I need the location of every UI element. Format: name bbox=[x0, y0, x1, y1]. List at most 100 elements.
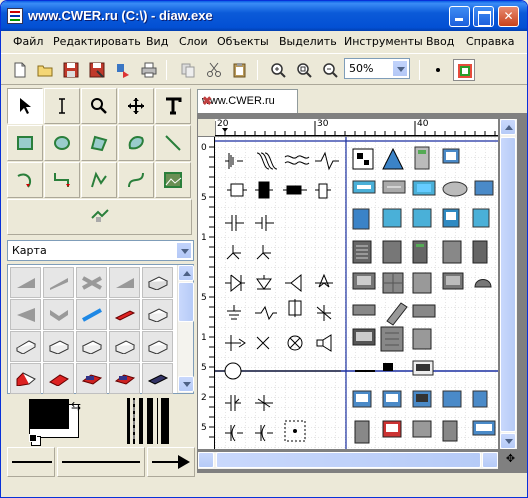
color-selector[interactable]: ⇆ bbox=[9, 394, 119, 449]
arc-tool[interactable] bbox=[7, 162, 43, 198]
maximize-button[interactable] bbox=[473, 6, 494, 27]
shape-cell[interactable] bbox=[109, 267, 140, 298]
shape-cell[interactable] bbox=[43, 331, 74, 362]
shape-cell[interactable] bbox=[109, 331, 140, 362]
ruler-label: 30 bbox=[317, 119, 329, 129]
canvas[interactable] bbox=[215, 137, 498, 449]
menu-view[interactable]: Вид bbox=[146, 35, 168, 48]
scroll-thumb[interactable] bbox=[500, 137, 516, 432]
tab-document[interactable]: www.CWER.ru ✖ bbox=[197, 89, 298, 113]
snap-object-icon[interactable] bbox=[453, 59, 475, 81]
menu-objects[interactable]: Объекты bbox=[217, 35, 269, 48]
scroll-right-icon[interactable] bbox=[482, 452, 498, 468]
image-tool[interactable] bbox=[155, 162, 191, 198]
shape-cell[interactable] bbox=[43, 299, 74, 330]
menu-file[interactable]: Файл bbox=[13, 35, 43, 48]
menu-layers[interactable]: Слои bbox=[179, 35, 208, 48]
export-icon[interactable] bbox=[112, 59, 134, 81]
zoom-out-icon[interactable] bbox=[319, 59, 341, 81]
print-icon[interactable] bbox=[138, 59, 160, 81]
close-button[interactable]: ✕ bbox=[498, 6, 519, 27]
pointer-tool[interactable] bbox=[7, 88, 43, 124]
close-tab-icon[interactable]: ✖ bbox=[202, 94, 293, 108]
outline-tool-row[interactable] bbox=[7, 199, 192, 235]
shape-cell[interactable] bbox=[76, 299, 107, 330]
chevron-down-icon[interactable] bbox=[392, 60, 408, 77]
move-tool[interactable] bbox=[118, 88, 154, 124]
copy-icon[interactable] bbox=[177, 59, 199, 81]
menu-help[interactable]: Справка bbox=[466, 35, 514, 48]
zigzag-tool[interactable] bbox=[44, 162, 80, 198]
ellipse-tool[interactable] bbox=[44, 125, 80, 161]
zoom-select[interactable]: 50% bbox=[344, 58, 410, 79]
line-start-button[interactable] bbox=[7, 447, 55, 477]
ruler-label: 2 bbox=[201, 393, 207, 403]
shape-cell[interactable] bbox=[43, 267, 74, 298]
polygon-tool[interactable] bbox=[81, 125, 117, 161]
line-style-button[interactable] bbox=[57, 447, 145, 477]
polyline-tool[interactable] bbox=[81, 162, 117, 198]
chevron-down-icon[interactable] bbox=[176, 242, 192, 259]
scroll-left-icon[interactable] bbox=[198, 452, 214, 468]
scroll-down-icon[interactable] bbox=[178, 376, 194, 392]
shape-cell[interactable] bbox=[10, 299, 41, 330]
shape-cell[interactable] bbox=[10, 267, 41, 298]
line-width-icon bbox=[127, 398, 169, 444]
text-tool[interactable] bbox=[155, 88, 191, 124]
ruler-label: 5 bbox=[201, 363, 207, 373]
menu-input[interactable]: Ввод bbox=[426, 35, 454, 48]
title-bar[interactable]: www.CWER.ru (C:\) - diaw.exe ✕ bbox=[1, 1, 527, 31]
canvas-vertical-scrollbar[interactable] bbox=[500, 119, 517, 449]
ruler-label: 5 bbox=[201, 293, 207, 303]
minimize-button[interactable] bbox=[449, 6, 470, 27]
scroll-up-icon[interactable] bbox=[178, 265, 194, 281]
shape-cell[interactable] bbox=[142, 299, 173, 330]
scroll-down-icon[interactable] bbox=[500, 433, 516, 449]
line-tool[interactable] bbox=[155, 125, 191, 161]
app-icon[interactable] bbox=[7, 8, 23, 24]
zoom-fit-icon[interactable] bbox=[293, 59, 315, 81]
magnify-tool[interactable] bbox=[81, 88, 117, 124]
shape-cell[interactable] bbox=[76, 363, 107, 394]
default-colors-icon[interactable] bbox=[29, 434, 37, 442]
shape-cell[interactable] bbox=[10, 363, 41, 394]
ruler-label: 1 bbox=[201, 233, 207, 243]
menu-select[interactable]: Выделить bbox=[279, 35, 337, 48]
shape-cell[interactable] bbox=[76, 267, 107, 298]
ruler-label: 5 bbox=[201, 423, 207, 433]
canvas-horizontal-scrollbar[interactable] bbox=[198, 452, 498, 469]
scroll-thumb[interactable] bbox=[216, 452, 481, 468]
library-scrollbar[interactable] bbox=[177, 265, 194, 393]
menu-edit[interactable]: Редактировать bbox=[53, 35, 141, 48]
line-width-selector[interactable] bbox=[121, 394, 195, 448]
save-icon[interactable] bbox=[60, 59, 82, 81]
open-icon[interactable] bbox=[34, 59, 56, 81]
sheet-selector[interactable]: Карта bbox=[7, 240, 194, 261]
beziergon-tool[interactable] bbox=[118, 125, 154, 161]
line-end-button[interactable] bbox=[147, 447, 195, 477]
snap-grid-icon[interactable] bbox=[427, 59, 449, 81]
shape-cell[interactable] bbox=[142, 267, 173, 298]
text-edit-tool[interactable] bbox=[44, 88, 80, 124]
shape-cell[interactable] bbox=[109, 363, 140, 394]
box-tool[interactable] bbox=[7, 125, 43, 161]
new-icon[interactable] bbox=[9, 59, 31, 81]
shape-cell[interactable] bbox=[142, 363, 173, 394]
shape-cell[interactable] bbox=[76, 331, 107, 362]
zoom-in-icon[interactable] bbox=[267, 59, 289, 81]
outline-icon bbox=[91, 209, 109, 222]
save-as-icon[interactable] bbox=[86, 59, 108, 81]
shape-cell[interactable] bbox=[142, 331, 173, 362]
scroll-up-icon[interactable] bbox=[500, 119, 516, 135]
shape-cell[interactable] bbox=[10, 331, 41, 362]
shape-cell[interactable] bbox=[109, 299, 140, 330]
foreground-color[interactable] bbox=[29, 399, 69, 429]
shape-cell[interactable] bbox=[43, 363, 74, 394]
menu-tools[interactable]: Инструменты bbox=[344, 35, 423, 48]
cut-icon[interactable] bbox=[203, 59, 225, 81]
navigate-icon[interactable]: ✥ bbox=[502, 452, 519, 469]
bezier-tool[interactable] bbox=[118, 162, 154, 198]
scroll-thumb[interactable] bbox=[178, 282, 194, 322]
swap-colors-icon[interactable]: ⇆ bbox=[71, 399, 81, 413]
paste-icon[interactable] bbox=[229, 59, 251, 81]
